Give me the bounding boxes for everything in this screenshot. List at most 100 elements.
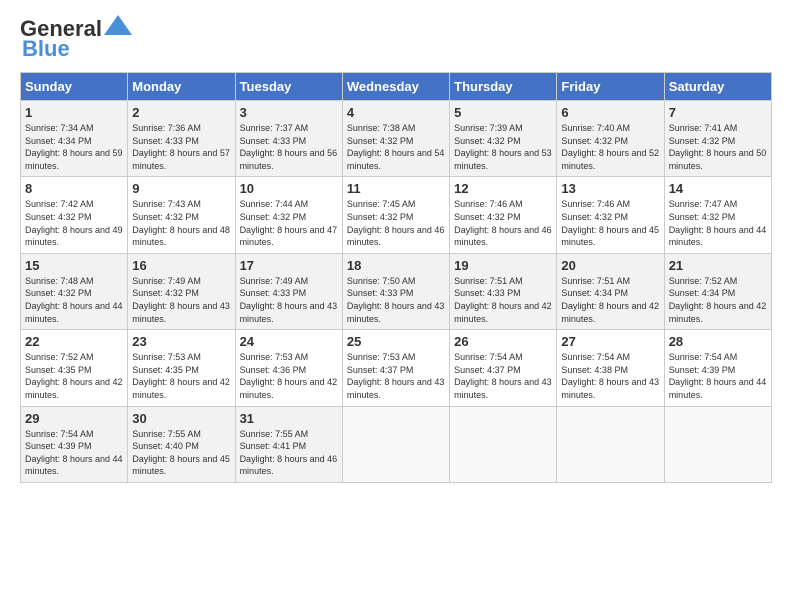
daylight-text: Daylight: 8 hours and 42 minutes. (240, 377, 338, 400)
sunrise-text: Sunrise: 7:46 AM (454, 199, 523, 209)
daylight-text: Daylight: 8 hours and 42 minutes. (669, 301, 767, 324)
calendar-cell: 8Sunrise: 7:42 AMSunset: 4:32 PMDaylight… (21, 177, 128, 253)
sunset-text: Sunset: 4:39 PM (669, 365, 736, 375)
calendar-header-thursday: Thursday (450, 73, 557, 101)
sunset-text: Sunset: 4:32 PM (132, 288, 199, 298)
cell-details: Sunrise: 7:46 AMSunset: 4:32 PMDaylight:… (561, 198, 659, 248)
cell-details: Sunrise: 7:40 AM Sunset: 4:32 PM Daylight:… (561, 122, 659, 172)
cell-details: Sunrise: 7:48 AMSunset: 4:32 PMDaylight:… (25, 275, 123, 325)
calendar-cell: 22Sunrise: 7:52 AMSunset: 4:35 PMDayligh… (21, 330, 128, 406)
daylight-text: Daylight: 8 hours and 53 minutes. (454, 148, 552, 171)
calendar-cell: 19Sunrise: 7:51 AMSunset: 4:33 PMDayligh… (450, 253, 557, 329)
calendar-header-saturday: Saturday (664, 73, 771, 101)
day-number: 14 (669, 181, 767, 196)
calendar-week-row: 15Sunrise: 7:48 AMSunset: 4:32 PMDayligh… (21, 253, 772, 329)
sunset-text: Sunset: 4:36 PM (240, 365, 307, 375)
calendar-cell: 1 Sunrise: 7:34 AMSunset: 4:34 PMDaylight… (21, 101, 128, 177)
sunset-text: Sunset: 4:33 PM (132, 136, 199, 146)
day-number: 25 (347, 334, 445, 349)
daylight-text: Daylight: 8 hours and 45 minutes. (132, 454, 230, 477)
sunrise-text: Sunrise: 7:54 AM (25, 429, 94, 439)
sunset-text: Sunset: 4:35 PM (132, 365, 199, 375)
calendar-cell: 2Sunrise: 7:36 AMSunset: 4:33 PMDaylight… (128, 101, 235, 177)
daylight-text: Daylight: 8 hours and 46 minutes. (347, 225, 445, 248)
sunset-text: Sunset: 4:41 PM (240, 441, 307, 451)
calendar-cell: 6Sunrise: 7:40 AMSunset: 4:32 PMDaylight… (557, 101, 664, 177)
calendar-week-row: 8Sunrise: 7:42 AMSunset: 4:32 PMDaylight… (21, 177, 772, 253)
sunset-text: Sunset: 4:35 PM (25, 365, 92, 375)
day-number: 3 (240, 105, 338, 120)
cell-details: Sunrise: 7:49 AMSunset: 4:33 PMDaylight:… (240, 275, 338, 325)
calendar-cell: 17Sunrise: 7:49 AMSunset: 4:33 PMDayligh… (235, 253, 342, 329)
cell-details: Sunrise: 7:44 AMSunset: 4:32 PMDaylight:… (240, 198, 338, 248)
cell-details: Sunrise: 7:43 AM Sunset: 4:32 PM Daylight:… (132, 198, 230, 248)
page: General Blue SundayMondayTuesdayWednesda… (0, 0, 792, 499)
calendar-cell: 29Sunrise: 7:54 AMSunset: 4:39 PMDayligh… (21, 406, 128, 482)
sunrise-text: Sunrise: 7:48 AM (25, 276, 94, 286)
day-number: 21 (669, 258, 767, 273)
cell-details: Sunrise: 7:54 AMSunset: 4:37 PMDaylight:… (454, 351, 552, 401)
sunset-text: Sunset: 4:33 PM (454, 288, 521, 298)
sunset-text: Sunset: 4:32 PM (347, 212, 414, 222)
sunset-text: Sunset: 4:37 PM (347, 365, 414, 375)
calendar-cell: 28Sunrise: 7:54 AMSunset: 4:39 PMDayligh… (664, 330, 771, 406)
cell-details: Sunrise: 7:52 AMSunset: 4:34 PMDaylight:… (669, 275, 767, 325)
sunrise-text: Sunrise: 7:36 AM (132, 123, 201, 133)
daylight-text: Daylight: 8 hours and 42 minutes. (561, 301, 659, 324)
daylight-text: Daylight: 8 hours and 42 minutes. (25, 377, 123, 400)
sunset-text: Sunset: 4:38 PM (561, 365, 628, 375)
calendar-cell: 12Sunrise: 7:46 AMSunset: 4:32 PMDayligh… (450, 177, 557, 253)
day-number: 5 (454, 105, 552, 120)
cell-details: Sunrise: 7:55 AMSunset: 4:41 PMDaylight:… (240, 428, 338, 478)
day-number: 24 (240, 334, 338, 349)
calendar-cell (450, 406, 557, 482)
day-number: 8 (25, 181, 123, 196)
cell-details: Sunrise: 7:39 AMSunset: 4:32 PMDaylight:… (454, 122, 552, 172)
calendar-week-row: 1 Sunrise: 7:34 AMSunset: 4:34 PMDaylight… (21, 101, 772, 177)
sunset-text: Sunset: 4:34 PM (561, 288, 628, 298)
sunrise-text: Sunrise: 7:51 AM (561, 276, 630, 286)
day-number: 1 (25, 105, 123, 120)
sunset-text: Sunset: 4:32 PM (561, 136, 628, 146)
sunrise-text: Sunrise: 7:47 AM (669, 199, 738, 209)
calendar-cell: 25Sunrise: 7:53 AMSunset: 4:37 PMDayligh… (342, 330, 449, 406)
sunrise-text: Sunrise: 7:37 AM (240, 123, 309, 133)
calendar-cell: 26 Sunrise: 7:54 AMSunset: 4:37 PMDayligh… (450, 330, 557, 406)
calendar-cell: 20Sunrise: 7:51 AMSunset: 4:34 PMDayligh… (557, 253, 664, 329)
calendar-header-sunday: Sunday (21, 73, 128, 101)
day-number: 12 (454, 181, 552, 196)
calendar-cell: 27 Sunrise: 7:54 AMSunset: 4:38 PMDayligh… (557, 330, 664, 406)
calendar-cell: 18Sunrise: 7:50 AMSunset: 4:33 PMDayligh… (342, 253, 449, 329)
calendar-cell: 21 Sunrise: 7:52 AMSunset: 4:34 PMDayligh… (664, 253, 771, 329)
sunrise-text: Sunrise: 7:34 AM (25, 123, 94, 133)
sunset-text: Sunset: 4:32 PM (132, 212, 199, 222)
day-number: 2 (132, 105, 230, 120)
day-number: 23 (132, 334, 230, 349)
cell-details: Sunrise: 7:51 AMSunset: 4:33 PMDaylight:… (454, 275, 552, 325)
sunset-text: Sunset: 4:32 PM (669, 212, 736, 222)
day-number: 31 (240, 411, 338, 426)
cell-details: Sunrise: 7:54 AMSunset: 4:38 PMDaylight:… (561, 351, 659, 401)
cell-details: Sunrise: 7:36 AMSunset: 4:33 PMDaylight:… (132, 122, 230, 172)
sunset-text: Sunset: 4:33 PM (240, 136, 307, 146)
daylight-text: Daylight: 8 hours and 47 minutes. (240, 225, 338, 248)
daylight-text: Daylight: 8 hours and 48 minutes. (132, 225, 230, 248)
cell-details: Sunrise: 7:52 AMSunset: 4:35 PMDaylight:… (25, 351, 123, 401)
day-number: 27 (561, 334, 659, 349)
day-number: 26 (454, 334, 552, 349)
sunrise-text: Sunrise: 7:39 AM (454, 123, 523, 133)
sunrise-text: Sunrise: 7:55 AM (132, 429, 201, 439)
daylight-text: Daylight: 8 hours and 52 minutes. (561, 148, 659, 171)
daylight-text: Daylight: 8 hours and 44 minutes. (669, 377, 767, 400)
day-number: 7 (669, 105, 767, 120)
calendar-cell: 23Sunrise: 7:53 AMSunset: 4:35 PMDayligh… (128, 330, 235, 406)
sunset-text: Sunset: 4:33 PM (240, 288, 307, 298)
calendar-header-wednesday: Wednesday (342, 73, 449, 101)
sunrise-text: Sunrise: 7:40 AM (561, 123, 630, 133)
sunrise-text: Sunrise: 7:44 AM (240, 199, 309, 209)
cell-details: Sunrise: 7:34 AMSunset: 4:34 PMDaylight:… (25, 122, 123, 172)
sunrise-text: Sunrise: 7:53 AM (240, 352, 309, 362)
sunrise-text: Sunrise: 7:54 AM (669, 352, 738, 362)
cell-details: Sunrise: 7:41 AMSunset: 4:32 PMDaylight:… (669, 122, 767, 172)
sunrise-text: Sunrise: 7:43 AM (132, 199, 201, 209)
